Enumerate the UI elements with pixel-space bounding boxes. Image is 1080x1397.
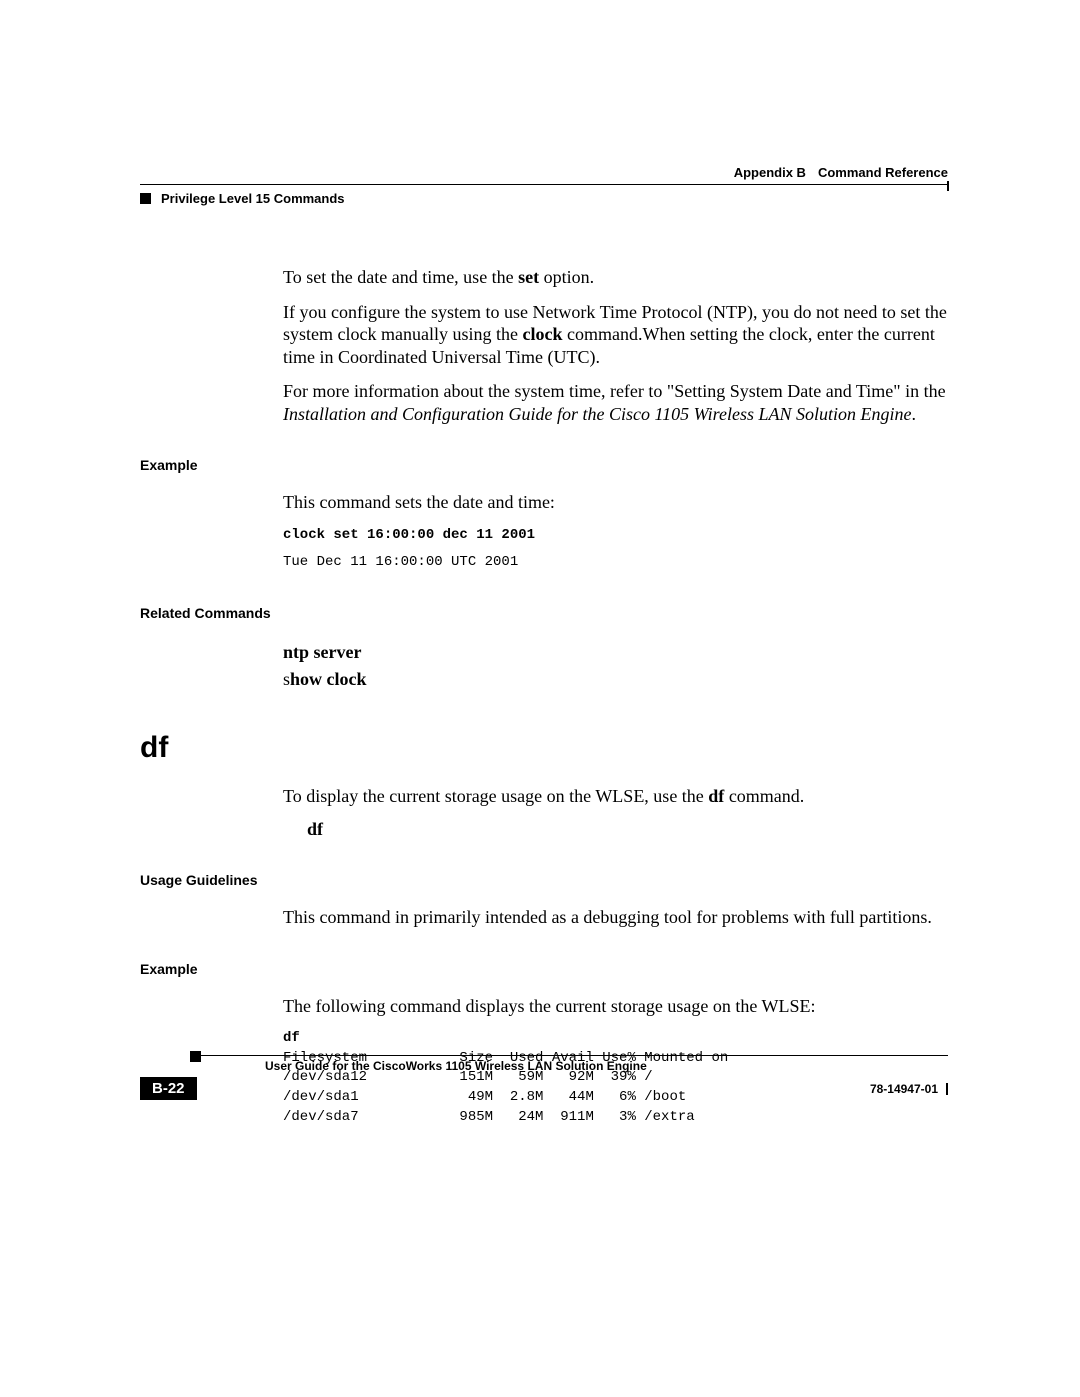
df-syntax: df [307, 819, 948, 840]
related-commands-label: Related Commands [140, 605, 948, 621]
section-title: Privilege Level 15 Commands [161, 191, 345, 206]
example-label: Example [140, 457, 948, 473]
usage-guidelines-label: Usage Guidelines [140, 872, 948, 888]
footer-marker [190, 1051, 201, 1062]
docnum-bar [946, 1083, 948, 1095]
related-show-clock: show clock [283, 666, 948, 693]
page-number-badge: B-22 [140, 1077, 197, 1100]
page-content: Appendix B Command Reference Privilege L… [140, 165, 948, 1127]
header-endmark [947, 181, 949, 191]
para-more-info: For more information about the system ti… [283, 380, 948, 425]
df-description: To display the current storage usage on … [283, 785, 948, 808]
section-header: Privilege Level 15 Commands [140, 191, 948, 206]
footer-guide-title: User Guide for the CiscoWorks 1105 Wirel… [265, 1059, 948, 1073]
footer-rule [190, 1055, 948, 1056]
para-ntp: If you configure the system to use Netwo… [283, 301, 948, 369]
header-title: Command Reference [818, 165, 948, 180]
page-footer: User Guide for the CiscoWorks 1105 Wirel… [140, 1055, 948, 1100]
header-rule [140, 184, 948, 185]
example2-intro: The following command displays the curre… [283, 995, 948, 1018]
example2-label: Example [140, 961, 948, 977]
related-ntp-server: ntp server [283, 639, 948, 666]
example-intro: This command sets the date and time: [283, 491, 948, 514]
running-header: Appendix B Command Reference [140, 165, 948, 180]
example-command: clock set 16:00:00 dec 11 2001 [283, 526, 948, 546]
para-set-option: To set the date and time, use the set op… [283, 266, 948, 289]
df-command: df [283, 1029, 948, 1049]
usage-text: This command in primarily intended as a … [283, 906, 948, 929]
df-heading: df [140, 731, 948, 765]
example-output: Tue Dec 11 16:00:00 UTC 2001 [283, 553, 948, 573]
appendix-label: Appendix B [734, 165, 806, 180]
document-number: 78-14947-01 [870, 1082, 938, 1096]
body-column: To set the date and time, use the set op… [283, 266, 948, 425]
section-marker [140, 193, 151, 204]
